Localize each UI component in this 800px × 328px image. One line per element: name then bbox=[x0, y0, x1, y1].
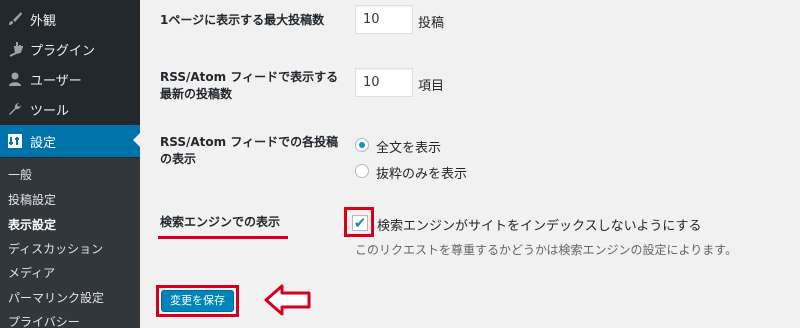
rss-count-label-line2: 最新の投稿数 bbox=[160, 87, 233, 101]
menu-item-tools[interactable]: ツール bbox=[0, 94, 140, 124]
admin-sidebar: 外観 プラグイン ユーザー ツール 設定 一般 投稿設定 表示設定 ディスカッシ… bbox=[0, 0, 140, 328]
rss-count-label-line1: RSS/Atom フィードで表示する bbox=[160, 70, 339, 84]
submenu-item-general[interactable]: 一般 bbox=[8, 166, 32, 183]
plugin-icon bbox=[6, 40, 24, 58]
menu-label: ユーザー bbox=[30, 73, 82, 89]
rss-display-label: RSS/Atom フィードでの各投稿 の表示 bbox=[160, 134, 338, 168]
rss-count-suffix: 項目 bbox=[418, 79, 445, 94]
menu-label: 外観 bbox=[30, 13, 57, 29]
rss-excerpt-radio[interactable] bbox=[355, 164, 369, 178]
user-icon bbox=[6, 70, 24, 88]
highlight-arrow-icon bbox=[264, 284, 311, 316]
posts-per-page-suffix: 投稿 bbox=[418, 16, 445, 31]
rss-fulltext-radio[interactable] bbox=[355, 138, 369, 152]
paintbrush-icon bbox=[6, 10, 24, 28]
posts-per-page-label: 1ページに表示する最大投稿数 bbox=[160, 13, 325, 27]
menu-label: プラグイン bbox=[30, 43, 96, 59]
rss-count-label: RSS/Atom フィードで表示する 最新の投稿数 bbox=[160, 69, 338, 103]
highlight-box-checkbox: ✔ bbox=[344, 207, 374, 237]
search-engine-label: 検索エンジンでの表示 bbox=[160, 215, 281, 229]
save-button[interactable]: 変更を保存 bbox=[161, 290, 234, 312]
settings-submenu: 一般 投稿設定 表示設定 ディスカッション メディア パーマリンク設定 プライバ… bbox=[0, 158, 140, 328]
menu-item-users[interactable]: ユーザー bbox=[0, 64, 140, 94]
rss-excerpt-label: 抜粋のみを表示 bbox=[376, 167, 468, 182]
menu-item-settings[interactable]: 設定 bbox=[0, 125, 140, 157]
submenu-item-reading[interactable]: 表示設定 bbox=[8, 216, 56, 233]
submenu-item-permalinks[interactable]: パーマリンク設定 bbox=[8, 289, 104, 306]
submenu-item-media[interactable]: メディア bbox=[8, 264, 55, 281]
menu-label: ツール bbox=[30, 103, 70, 119]
submenu-item-writing[interactable]: 投稿設定 bbox=[8, 191, 56, 208]
menu-label: 設定 bbox=[30, 135, 57, 151]
noindex-checkbox[interactable]: ✔ bbox=[352, 215, 368, 231]
rss-count-input[interactable]: 10 bbox=[355, 68, 413, 97]
settings-icon bbox=[6, 132, 24, 150]
rss-fulltext-label: 全文を表示 bbox=[376, 141, 442, 156]
submenu-item-discussion[interactable]: ディスカッション bbox=[8, 240, 103, 257]
menu-item-appearance[interactable]: 外観 bbox=[0, 4, 140, 34]
noindex-description: このリクエストを尊重するかどうかは検索エンジンの設定によります。 bbox=[355, 243, 738, 257]
posts-per-page-input[interactable]: 10 bbox=[355, 5, 413, 34]
highlight-underline bbox=[158, 236, 288, 239]
rss-display-label-line2: の表示 bbox=[160, 152, 197, 166]
settings-form: 1ページに表示する最大投稿数 10 投稿 RSS/Atom フィードで表示する … bbox=[140, 0, 800, 328]
highlight-box-save: 変更を保存 bbox=[156, 285, 239, 317]
menu-item-plugins[interactable]: プラグイン bbox=[0, 34, 140, 64]
rss-display-label-line1: RSS/Atom フィードでの各投稿 bbox=[160, 135, 339, 149]
noindex-checkbox-label[interactable]: 検索エンジンがサイトをインデックスしないようにする bbox=[377, 215, 701, 234]
submenu-item-privacy[interactable]: プライバシー bbox=[8, 313, 80, 328]
wrench-icon bbox=[6, 100, 24, 118]
